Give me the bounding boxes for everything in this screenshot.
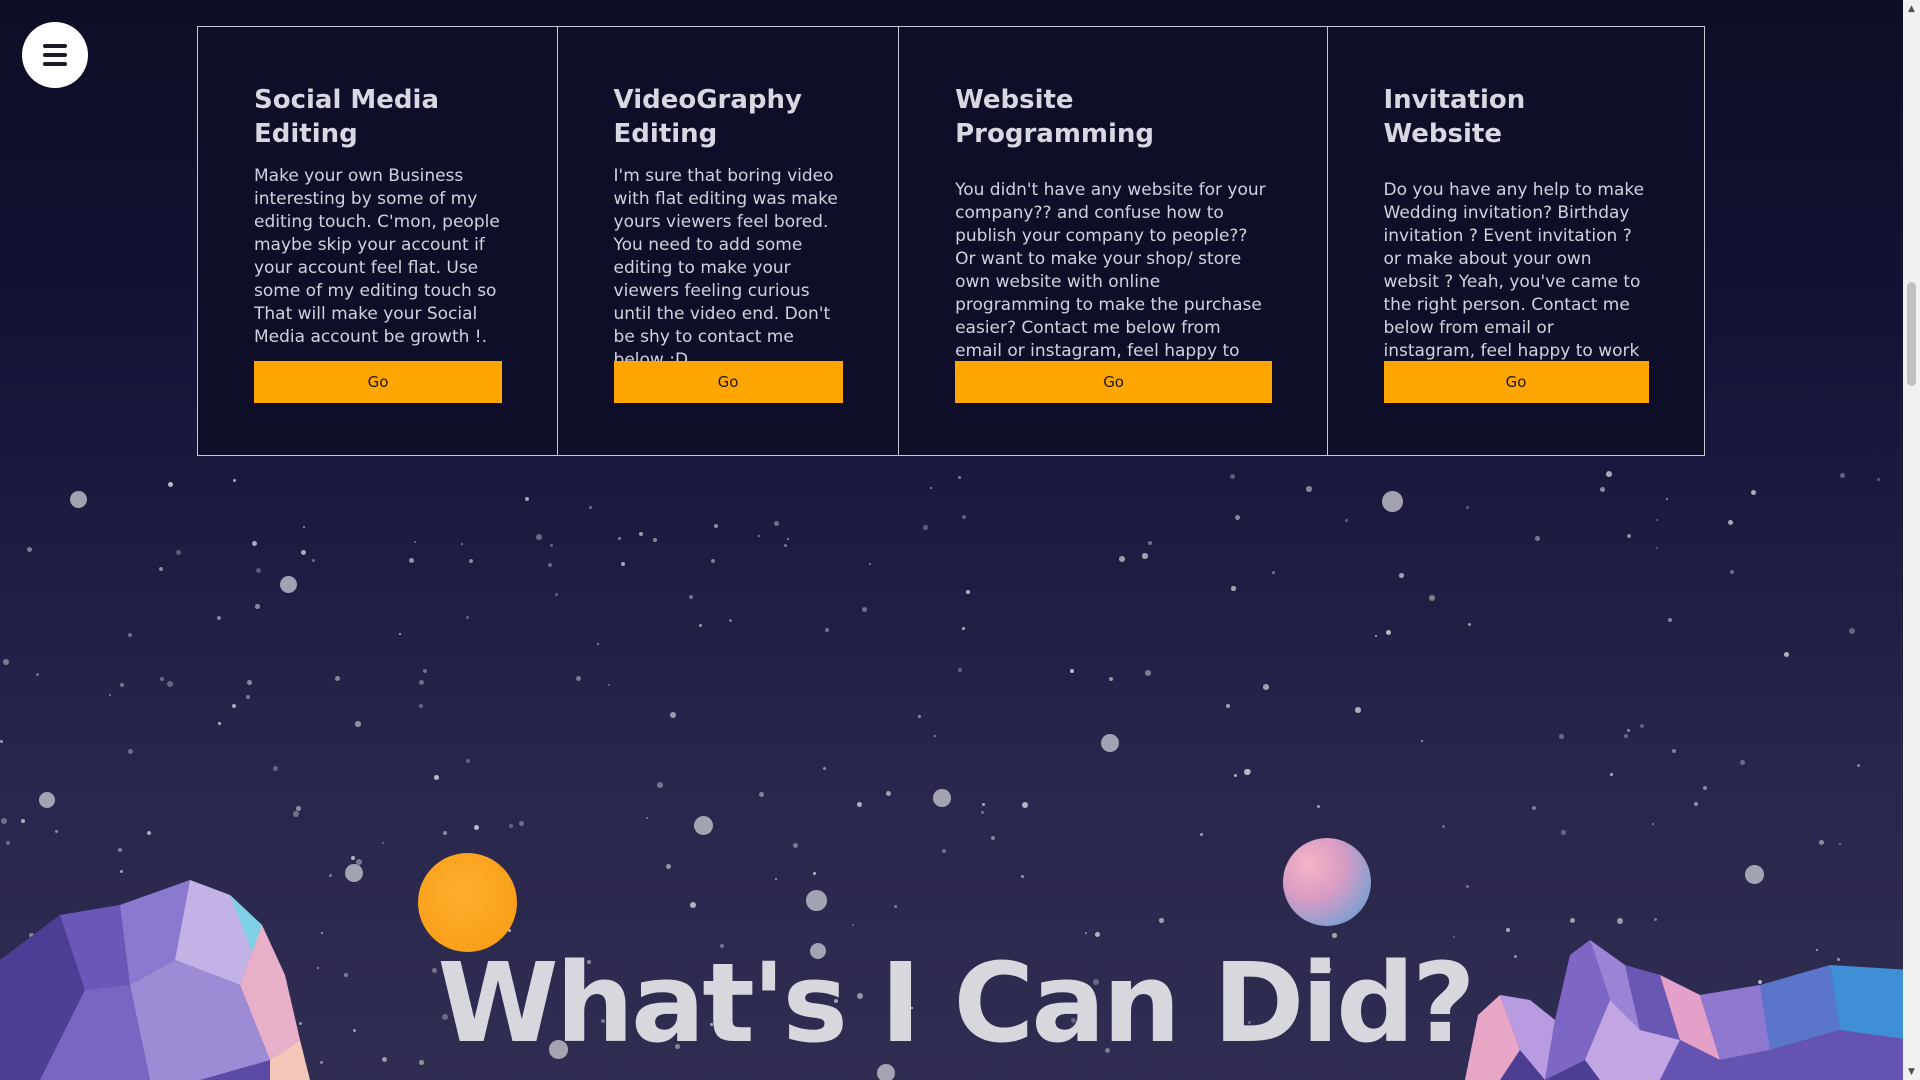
scroll-up-icon[interactable]: ▲ [1903, 0, 1920, 17]
go-button-website-programming[interactable]: Go [955, 361, 1273, 403]
go-button-invitation-website[interactable]: Go [1383, 361, 1649, 403]
section-title: What's I Can Did? [437, 939, 1475, 1067]
hamburger-menu-button[interactable] [22, 22, 88, 88]
service-card-title: VideoGraphy Editing [613, 85, 802, 149]
scrollbar-thumb[interactable] [1907, 282, 1916, 386]
service-card-title: Social Media Editing [254, 85, 439, 149]
services-card-grid: Social Media Editing Make your own Busin… [197, 26, 1705, 456]
service-card-social-media: Social Media Editing Make your own Busin… [198, 27, 558, 455]
service-card-description: Make your own Business interesting by so… [254, 166, 500, 347]
hamburger-menu-icon [43, 44, 67, 66]
go-button-social-media[interactable]: Go [254, 361, 502, 403]
scroll-down-icon[interactable]: ▼ [1903, 1063, 1920, 1080]
service-card-description: Do you have any help to make Wedding inv… [1383, 180, 1645, 384]
service-card-invitation-website: Invitation Website Do you have any help … [1328, 27, 1705, 455]
service-card-title: Invitation Website [1383, 85, 1526, 149]
service-card-videography: VideoGraphy Editing I'm sure that boring… [558, 27, 900, 455]
service-card-website-programming: Website Programming You didn't have any … [899, 27, 1328, 455]
service-card-description: You didn't have any website for your com… [955, 180, 1266, 384]
service-card-description: I'm sure that boring video with flat edi… [613, 166, 838, 370]
service-card-title: Website Programming [955, 85, 1155, 149]
go-button-videography[interactable]: Go [613, 361, 843, 403]
page-scrollbar[interactable]: ▲ ▼ [1903, 0, 1920, 1080]
